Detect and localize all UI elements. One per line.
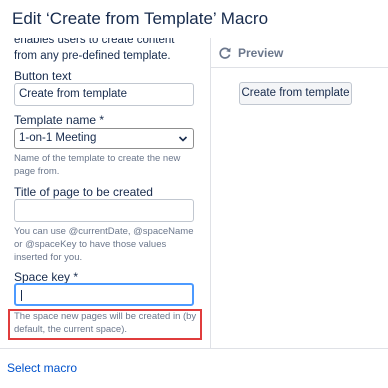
template-name-selected-value: 1-on-1 Meeting xyxy=(19,132,97,144)
dialog-title: Edit ‘Create from Template’ Macro xyxy=(12,9,269,28)
dialog-header: Edit ‘Create from Template’ Macro xyxy=(0,0,388,38)
page-title-label: Title of page to be created xyxy=(14,185,153,199)
template-name-select[interactable]: 1-on-1 Meeting xyxy=(14,128,194,149)
macro-parameters-panel[interactable]: enables users to create content from any… xyxy=(0,38,209,348)
dialog-footer: Select macro xyxy=(0,348,388,388)
chevron-down-icon xyxy=(178,136,188,142)
template-name-label: Template name * xyxy=(14,113,105,127)
button-text-label: Button text xyxy=(14,69,72,83)
refresh-icon[interactable] xyxy=(218,46,232,60)
preview-label: Preview xyxy=(238,46,284,60)
page-title-input[interactable] xyxy=(14,199,194,222)
macro-description: enables users to create content from any… xyxy=(14,38,175,62)
create-from-template-preview-button[interactable]: Create from template xyxy=(239,82,352,105)
preview-header[interactable]: Preview xyxy=(211,38,388,68)
preview-panel: Preview Create from template xyxy=(210,38,388,348)
page-title-help: You can use @currentDate, @spaceName or … xyxy=(14,226,194,263)
annotation-highlight-box xyxy=(8,309,202,340)
template-name-help: Name of the template to create the new p… xyxy=(14,153,181,177)
text-cursor xyxy=(21,290,22,301)
space-key-label: Space key * xyxy=(14,270,79,284)
space-key-input[interactable] xyxy=(14,283,194,306)
select-macro-link[interactable]: Select macro xyxy=(7,361,77,375)
button-text-input[interactable]: Create from template xyxy=(14,83,194,106)
